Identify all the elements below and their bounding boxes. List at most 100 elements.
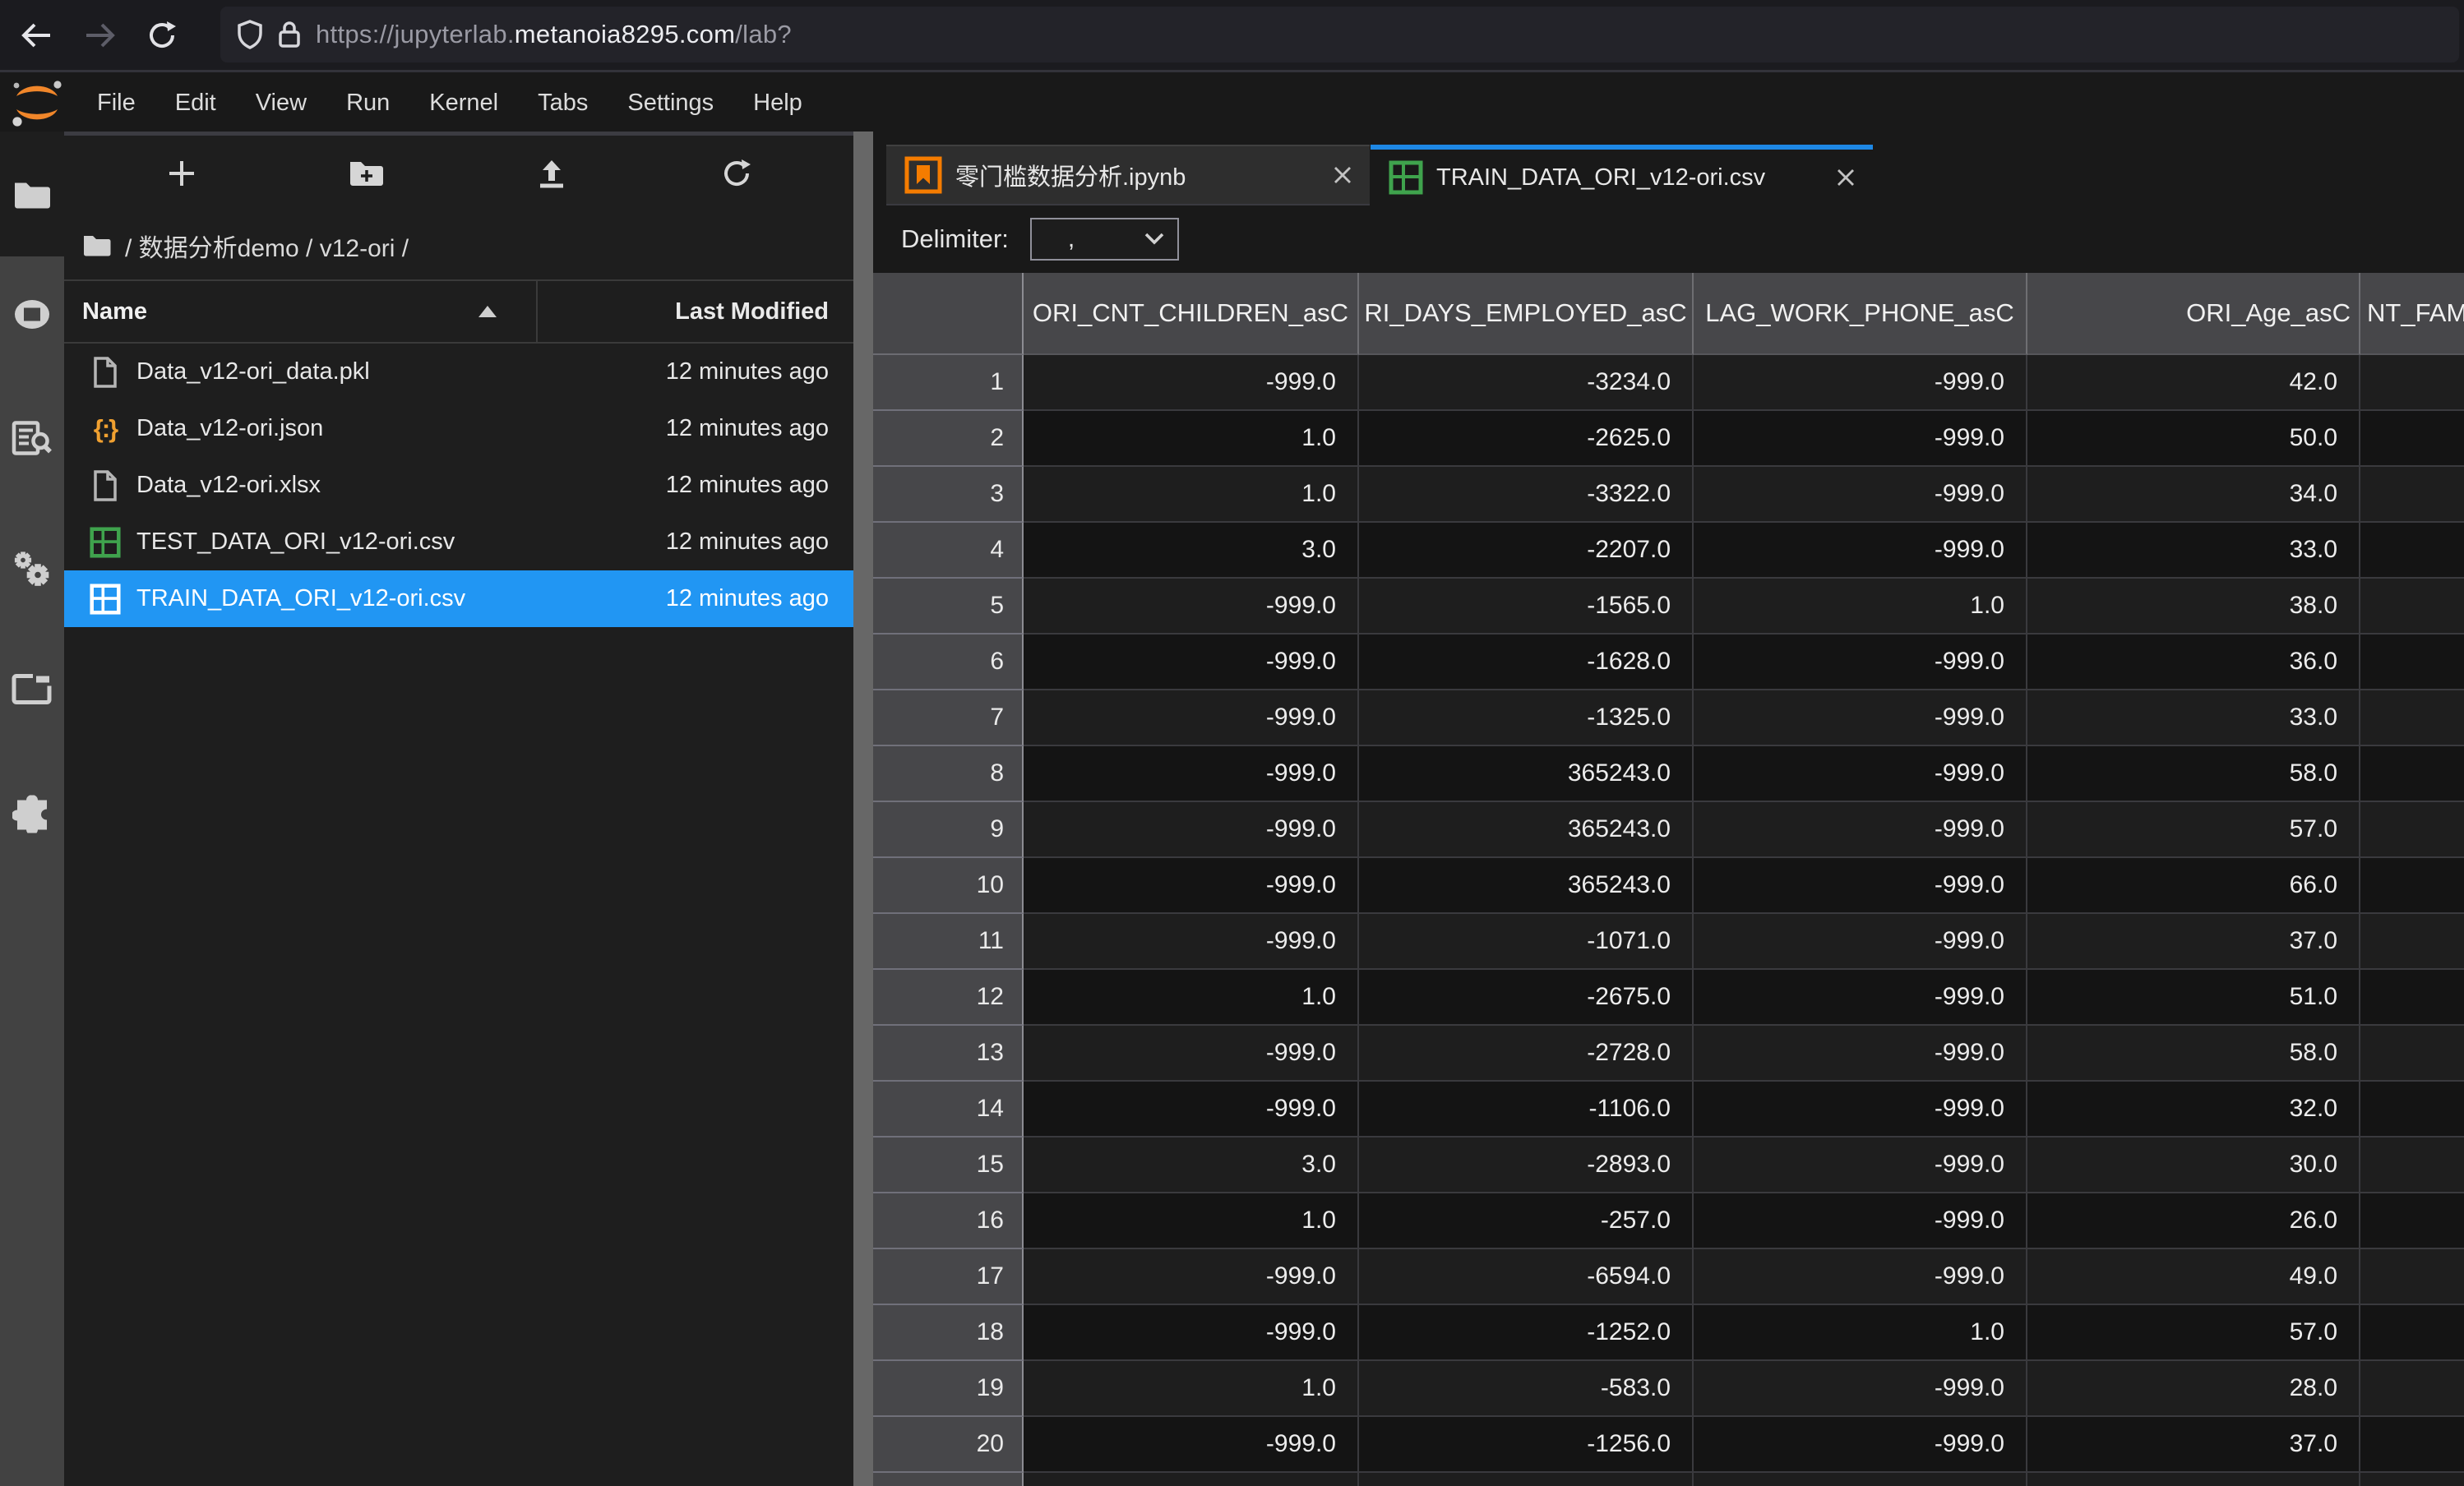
grid-cell[interactable]: 34.0 <box>2027 467 2360 523</box>
grid-cell[interactable]: -999.0 <box>1694 1417 2027 1473</box>
grid-cell[interactable]: -999.0 <box>1694 970 2027 1026</box>
grid-cell[interactable]: 1.0 <box>1694 1305 2027 1361</box>
new-launcher-button[interactable] <box>155 147 208 200</box>
grid-row-number[interactable]: 3 <box>873 467 1024 523</box>
grid-cell[interactable]: -999.0 <box>1694 914 2027 970</box>
grid-cell[interactable]: 57.0 <box>2027 1305 2360 1361</box>
close-tab-icon[interactable] <box>1332 164 1353 186</box>
grid-column-header[interactable]: RI_DAYS_EMPLOYED_asC <box>1359 273 1694 355</box>
grid-cell[interactable] <box>2360 1305 2464 1361</box>
grid-cell[interactable]: -999.0 <box>1024 1026 1359 1082</box>
grid-cell[interactable]: 33.0 <box>2027 690 2360 746</box>
grid-cell[interactable]: -999.0 <box>1694 1138 2027 1193</box>
grid-cell[interactable] <box>2360 635 2464 690</box>
grid-cell[interactable]: 37.0 <box>2027 914 2360 970</box>
grid-cell[interactable] <box>2360 802 2464 858</box>
grid-cell[interactable]: -2675.0 <box>1359 970 1694 1026</box>
grid-cell[interactable]: -2728.0 <box>1359 1026 1694 1082</box>
grid-cell[interactable]: -999.0 <box>1694 802 2027 858</box>
grid-row-number[interactable]: 16 <box>873 1193 1024 1249</box>
file-row[interactable]: TRAIN_DATA_ORI_v12-ori.csv 12 minutes ag… <box>64 570 853 627</box>
grid-cell[interactable]: 1.0 <box>1694 579 2027 635</box>
grid-cell[interactable]: -999.0 <box>1694 1361 2027 1417</box>
modified-column-header[interactable]: Last Modified <box>538 298 853 325</box>
grid-cell[interactable]: 42.0 <box>2027 355 2360 411</box>
grid-row-number[interactable]: 6 <box>873 635 1024 690</box>
grid-row-number[interactable]: 13 <box>873 1026 1024 1082</box>
grid-cell[interactable] <box>2360 914 2464 970</box>
tab-notebook[interactable]: 零门槛数据分析.ipynb <box>886 145 1370 205</box>
grid-cell[interactable] <box>2360 467 2464 523</box>
grid-cell[interactable]: 26.0 <box>2027 1193 2360 1249</box>
browser-forward-button[interactable] <box>74 10 125 61</box>
grid-row-number[interactable]: 5 <box>873 579 1024 635</box>
grid-cell[interactable] <box>1024 1473 1359 1486</box>
grid-cell[interactable]: -1565.0 <box>1359 579 1694 635</box>
grid-cell[interactable]: -2893.0 <box>1359 1138 1694 1193</box>
window-frame-icon[interactable] <box>12 674 53 709</box>
grid-cell[interactable]: 37.0 <box>2027 1417 2360 1473</box>
grid-cell[interactable] <box>2360 1026 2464 1082</box>
grid-row-number[interactable]: 19 <box>873 1361 1024 1417</box>
refresh-button[interactable] <box>710 147 763 200</box>
grid-cell[interactable]: -999.0 <box>1024 355 1359 411</box>
file-row[interactable]: Data_v12-ori.xlsx 12 minutes ago <box>64 457 853 514</box>
grid-cell[interactable]: -3234.0 <box>1359 355 1694 411</box>
grid-cell[interactable]: 57.0 <box>2027 802 2360 858</box>
tab-csv[interactable]: TRAIN_DATA_ORI_v12-ori.csv <box>1371 145 1873 205</box>
grid-cell[interactable]: -999.0 <box>1024 858 1359 914</box>
grid-cell[interactable] <box>2360 523 2464 579</box>
grid-cell[interactable]: 58.0 <box>2027 746 2360 802</box>
grid-cell[interactable]: -999.0 <box>1694 523 2027 579</box>
grid-cell[interactable]: 1.0 <box>1024 1193 1359 1249</box>
grid-cell[interactable]: -999.0 <box>1024 579 1359 635</box>
grid-row-number[interactable]: 17 <box>873 1249 1024 1305</box>
document-search-icon[interactable] <box>12 421 53 463</box>
grid-cell[interactable]: -1325.0 <box>1359 690 1694 746</box>
grid-cell[interactable]: 50.0 <box>2027 411 2360 467</box>
grid-cell[interactable]: 3.0 <box>1024 523 1359 579</box>
menu-item-run[interactable]: Run <box>326 75 409 132</box>
panel-splitter[interactable] <box>853 132 873 1486</box>
grid-cell[interactable] <box>2360 690 2464 746</box>
grid-cell[interactable]: 3.0 <box>1024 1138 1359 1193</box>
grid-cell[interactable]: 365243.0 <box>1359 746 1694 802</box>
new-folder-button[interactable] <box>340 147 393 200</box>
grid-cell[interactable] <box>2360 1249 2464 1305</box>
grid-column-header[interactable]: LAG_WORK_PHONE_asC <box>1694 273 2027 355</box>
grid-cell[interactable]: -583.0 <box>1359 1361 1694 1417</box>
grid-cell[interactable]: 51.0 <box>2027 970 2360 1026</box>
extensions-puzzle-icon[interactable] <box>12 796 52 838</box>
grid-cell[interactable]: 58.0 <box>2027 1026 2360 1082</box>
grid-row-number[interactable]: 11 <box>873 914 1024 970</box>
grid-cell[interactable]: -999.0 <box>1694 1026 2027 1082</box>
file-row[interactable]: TEST_DATA_ORI_v12-ori.csv 12 minutes ago <box>64 514 853 570</box>
grid-cell[interactable]: -999.0 <box>1024 746 1359 802</box>
grid-cell[interactable]: -999.0 <box>1024 690 1359 746</box>
close-tab-icon[interactable] <box>1835 167 1856 188</box>
grid-row-number[interactable]: 9 <box>873 802 1024 858</box>
settings-gears-icon[interactable] <box>12 550 53 593</box>
grid-cell[interactable] <box>2360 1417 2464 1473</box>
grid-row-number[interactable]: 15 <box>873 1138 1024 1193</box>
grid-cell[interactable]: -999.0 <box>1694 746 2027 802</box>
file-row[interactable]: Data_v12-ori_data.pkl 12 minutes ago <box>64 344 853 400</box>
grid-cell[interactable] <box>2360 1138 2464 1193</box>
name-column-header[interactable]: Name <box>64 281 538 342</box>
grid-row-number[interactable]: 4 <box>873 523 1024 579</box>
grid-cell[interactable]: 1.0 <box>1024 411 1359 467</box>
grid-cell[interactable]: -2207.0 <box>1359 523 1694 579</box>
grid-cell[interactable] <box>2360 411 2464 467</box>
grid-cell[interactable] <box>2360 1473 2464 1486</box>
grid-row-number[interactable]: 12 <box>873 970 1024 1026</box>
grid-cell[interactable]: -2625.0 <box>1359 411 1694 467</box>
grid-cell[interactable] <box>2027 1473 2360 1486</box>
grid-cell[interactable]: -257.0 <box>1359 1193 1694 1249</box>
grid-cell[interactable]: 38.0 <box>2027 579 2360 635</box>
menu-item-edit[interactable]: Edit <box>155 75 236 132</box>
grid-row-number[interactable]: 20 <box>873 1417 1024 1473</box>
grid-cell[interactable]: 30.0 <box>2027 1138 2360 1193</box>
grid-cell[interactable]: -999.0 <box>1694 1193 2027 1249</box>
grid-cell[interactable]: -999.0 <box>1694 467 2027 523</box>
grid-cell[interactable]: 1.0 <box>1024 467 1359 523</box>
